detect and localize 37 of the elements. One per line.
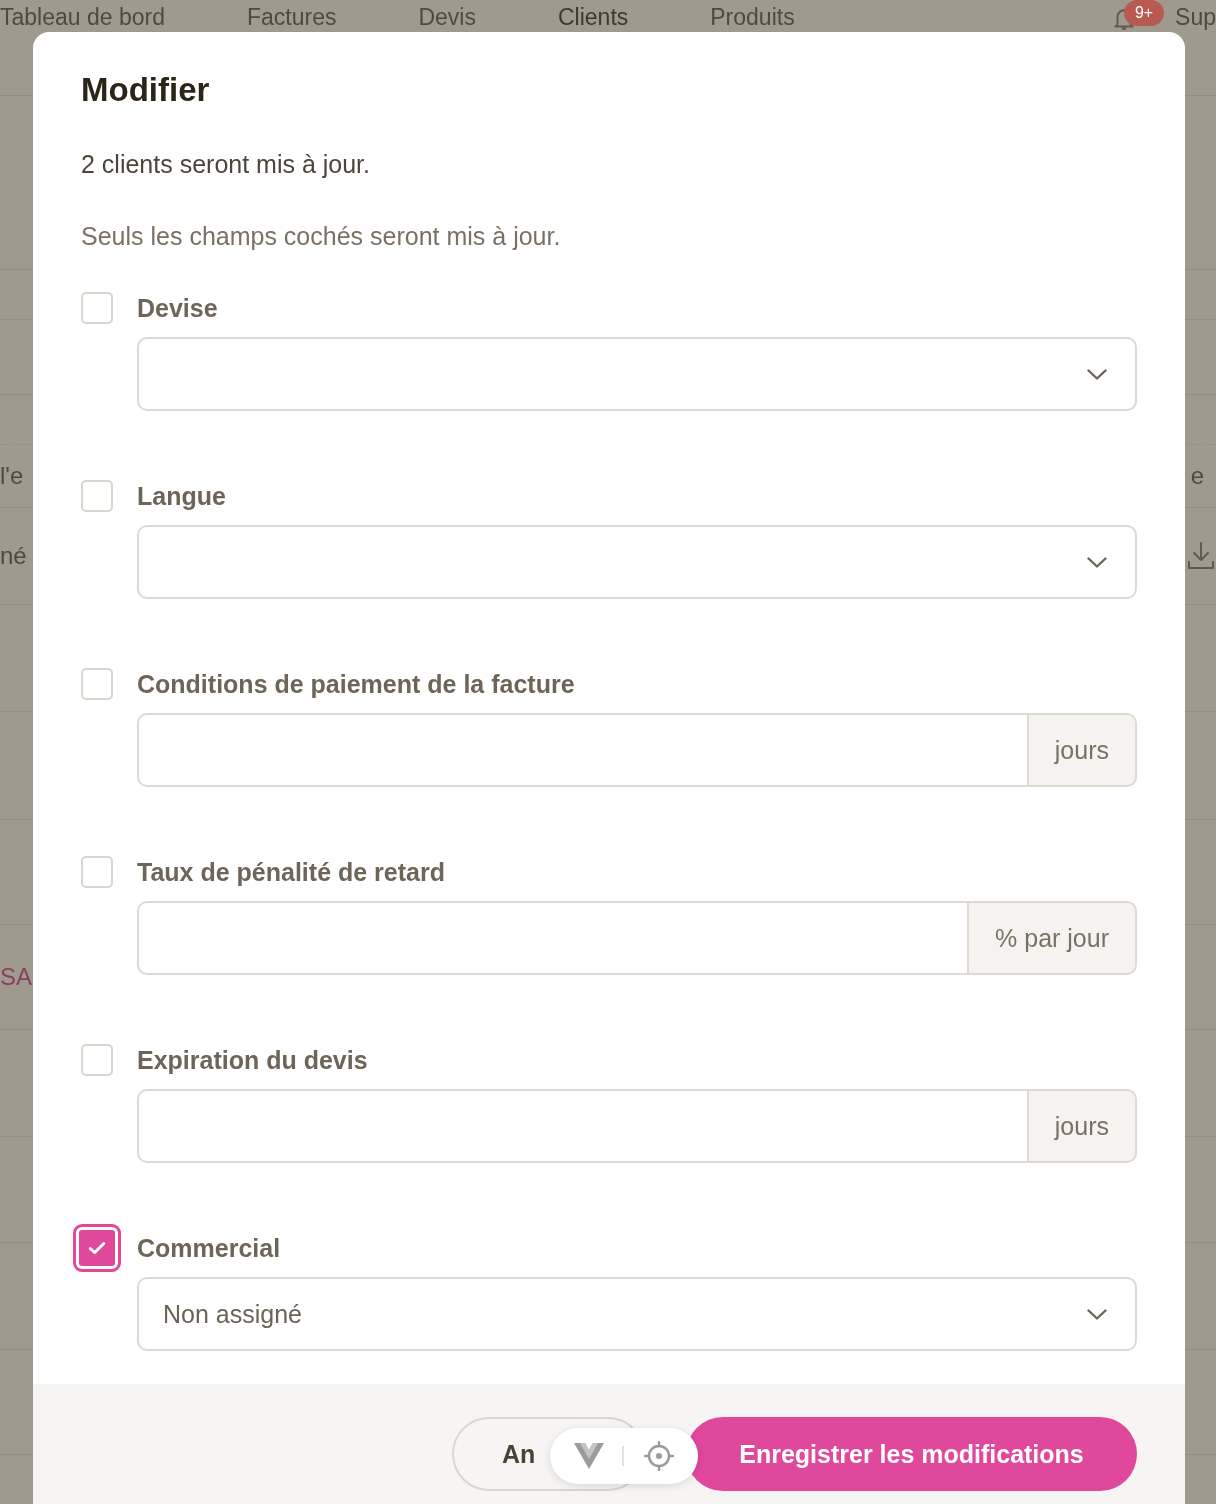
nav-link[interactable]: Devis <box>418 4 476 30</box>
crosshair-icon[interactable] <box>644 1441 674 1471</box>
field-label: Taux de pénalité de retard <box>137 857 446 888</box>
check-icon <box>88 1241 106 1255</box>
field-label: Devise <box>137 293 219 324</box>
nav-link[interactable]: Sup <box>1175 4 1216 30</box>
row-text: l'e <box>0 461 24 491</box>
chevron-down-icon <box>1087 368 1107 380</box>
nav-link[interactable]: Clients <box>557 4 629 30</box>
row-text: SA <box>0 962 32 992</box>
dialog-title: Modifier <box>81 70 211 110</box>
select-field[interactable]: Non assigné <box>137 1277 1137 1351</box>
unit-suffix: jours <box>1026 1089 1137 1163</box>
row-text: né <box>0 541 27 571</box>
input-field[interactable] <box>137 901 968 975</box>
field-label: Langue <box>137 481 227 512</box>
input-field[interactable] <box>137 713 1027 787</box>
select-field[interactable] <box>137 337 1137 411</box>
unit-suffix: jours <box>1026 713 1137 787</box>
logo-icon[interactable] <box>574 1443 604 1469</box>
nav-link[interactable]: Produits <box>710 4 795 30</box>
field-label: Commercial <box>137 1233 282 1264</box>
field-label: Expiration du devis <box>137 1045 369 1076</box>
checkbox[interactable] <box>73 1224 121 1272</box>
chevron-down-icon <box>1087 556 1107 568</box>
nav-link[interactable]: Tableau de bord <box>0 4 165 30</box>
nav-link[interactable]: Factures <box>246 4 337 30</box>
hint-text: Seuls les champs cochés seront mis à jour. <box>81 221 562 252</box>
download-icon[interactable] <box>1188 542 1214 570</box>
field-label: Conditions de paiement de la facture <box>137 669 576 700</box>
row-text: e <box>1190 461 1204 491</box>
notification-badge: 9+ <box>1124 0 1165 26</box>
unit-suffix: % par jour <box>967 901 1137 975</box>
input-field[interactable] <box>137 1089 1027 1163</box>
chevron-down-icon <box>1087 1308 1107 1320</box>
select-field[interactable] <box>137 525 1137 599</box>
summary-text: 2 clients seront mis à jour. <box>81 149 371 180</box>
